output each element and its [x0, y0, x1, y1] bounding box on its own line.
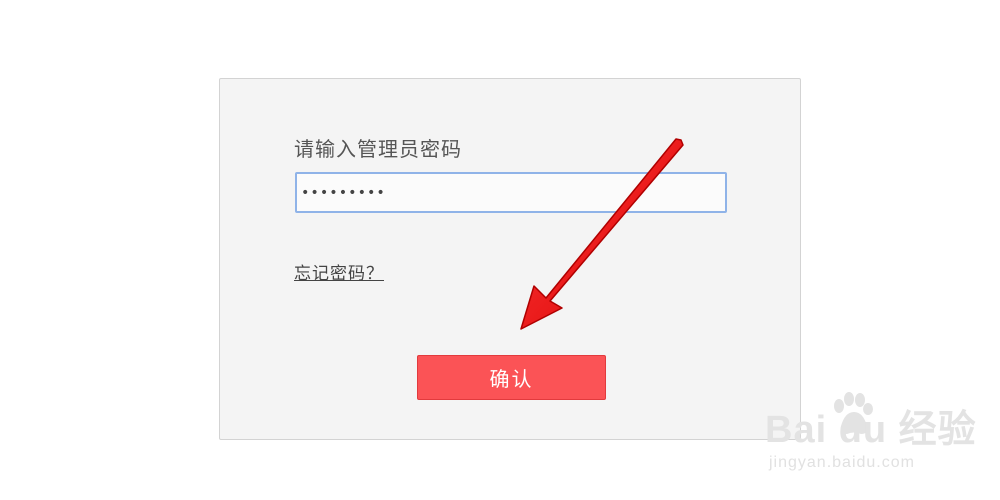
forgot-password-link[interactable]: 忘记密码？ [294, 259, 384, 284]
password-prompt-label: 请输入管理员密码 [294, 137, 462, 161]
password-input[interactable] [295, 172, 727, 213]
page: 请输入管理员密码 忘记密码？ 确认 Bai du 经验 jingyan.baid… [0, 0, 1000, 500]
watermark-url: jingyan.baidu.com [769, 454, 915, 471]
watermark-logo-text: Bai du 经验 [765, 409, 977, 451]
confirm-button[interactable]: 确认 [417, 355, 606, 400]
baidu-jingyan-watermark: Bai du 经验 jingyan.baidu.com [765, 392, 990, 490]
login-panel: 请输入管理员密码 忘记密码？ 确认 [219, 78, 801, 440]
